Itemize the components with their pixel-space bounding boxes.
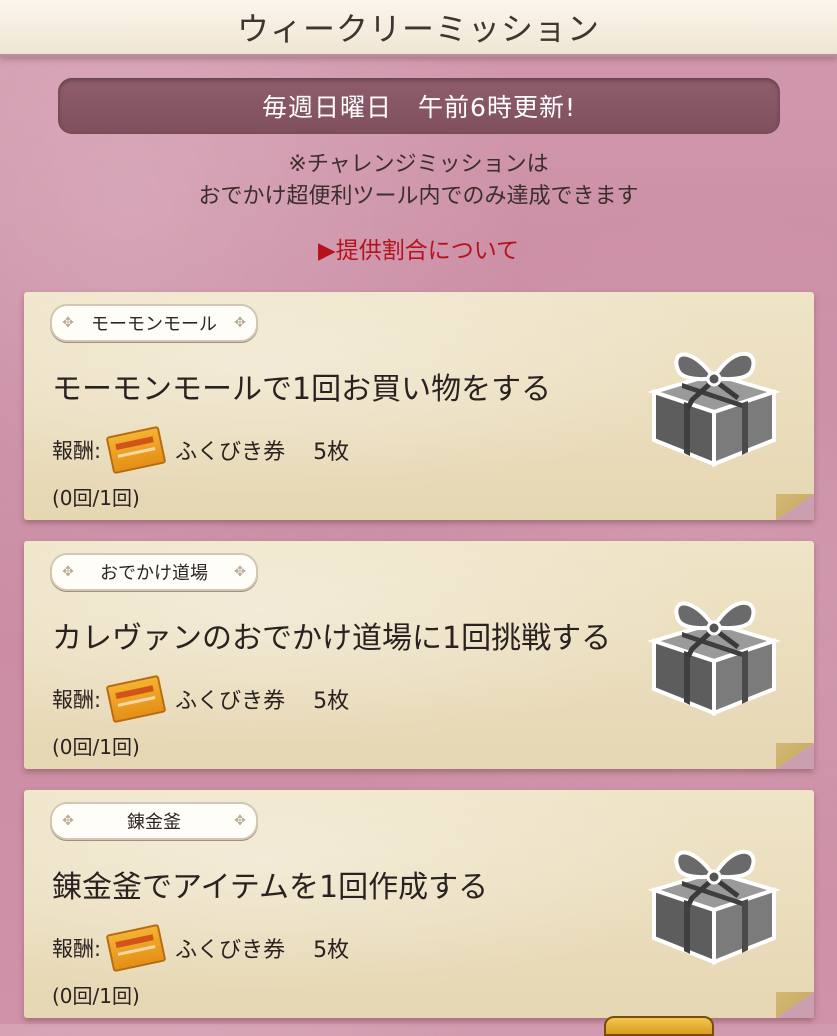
ticket-icon bbox=[105, 923, 167, 973]
mission-progress: (0回/1回) bbox=[52, 735, 140, 759]
challenge-notice-line-2: おでかけ超便利ツール内でのみ達成できます bbox=[198, 184, 639, 209]
mission-category-label: モーモンモール bbox=[91, 314, 217, 335]
ornament-icon: ✥ bbox=[234, 813, 246, 829]
reward-name: ふくびき券 bbox=[175, 938, 286, 963]
update-schedule-text: 毎週日曜日 午前6時更新! bbox=[262, 93, 576, 122]
reward-label: 報酬: bbox=[52, 688, 102, 712]
mission-card[interactable]: ✥ 錬金釜 ✥ 錬金釜でアイテムを1回作成する 報酬: ふくびき券 5枚 (0回… bbox=[24, 790, 814, 1018]
ornament-icon: ✥ bbox=[234, 315, 246, 331]
ornament-icon: ✥ bbox=[62, 564, 74, 580]
mission-card[interactable]: ✥ モーモンモール ✥ モーモンモールで1回お買い物をする 報酬: ふくびき券 … bbox=[24, 292, 814, 520]
reward-row: 報酬: ふくびき券 5枚 bbox=[52, 923, 350, 973]
gift-box-icon bbox=[647, 600, 781, 716]
mission-title: モーモンモールで1回お買い物をする bbox=[52, 372, 552, 407]
gift-box-icon bbox=[647, 351, 781, 467]
mission-card[interactable]: ✥ おでかけ道場 ✥ カレヴァンのおでかけ道場に1回挑戦する 報酬: ふくびき券… bbox=[24, 541, 814, 769]
mission-category-label: おでかけ道場 bbox=[100, 563, 208, 584]
reward-row: 報酬: ふくびき券 5枚 bbox=[52, 674, 350, 724]
mission-progress: (0回/1回) bbox=[52, 486, 140, 510]
mission-category-label: 錬金釜 bbox=[127, 812, 181, 833]
page-curl bbox=[776, 743, 814, 769]
mission-category-tag: ✥ おでかけ道場 ✥ bbox=[50, 553, 258, 591]
title-bar: ウィークリーミッション bbox=[0, 0, 837, 57]
page-curl bbox=[776, 992, 814, 1018]
reward-label: 報酬: bbox=[52, 439, 102, 463]
gift-box-icon bbox=[647, 849, 781, 965]
reward-row: 報酬: ふくびき券 5枚 bbox=[52, 425, 350, 475]
mission-progress: (0回/1回) bbox=[52, 984, 140, 1008]
reward-name: ふくびき券 bbox=[175, 440, 286, 465]
ornament-icon: ✥ bbox=[62, 315, 74, 331]
reward-name: ふくびき券 bbox=[175, 689, 286, 714]
ornament-icon: ✥ bbox=[234, 564, 246, 580]
ticket-icon bbox=[105, 674, 167, 724]
challenge-notice-line-1: ※チャレンジミッションは bbox=[288, 152, 549, 177]
mission-category-tag: ✥ 錬金釜 ✥ bbox=[50, 802, 258, 840]
drop-rate-link[interactable]: ▶提供割合について bbox=[0, 231, 837, 265]
mission-category-tag: ✥ モーモンモール ✥ bbox=[50, 304, 258, 342]
page-title: ウィークリーミッション bbox=[236, 10, 600, 48]
reward-count: 5枚 bbox=[313, 440, 350, 465]
ornament-icon: ✥ bbox=[62, 813, 74, 829]
mission-title: カレヴァンのおでかけ道場に1回挑戦する bbox=[52, 621, 612, 656]
ticket-icon bbox=[105, 425, 167, 475]
reward-count: 5枚 bbox=[313, 689, 350, 714]
bottom-button[interactable] bbox=[604, 1016, 714, 1036]
reward-count: 5枚 bbox=[313, 938, 350, 963]
mission-title: 錬金釜でアイテムを1回作成する bbox=[52, 870, 489, 905]
update-schedule-banner: 毎週日曜日 午前6時更新! bbox=[58, 78, 780, 134]
page-curl bbox=[776, 494, 814, 520]
reward-label: 報酬: bbox=[52, 937, 102, 961]
